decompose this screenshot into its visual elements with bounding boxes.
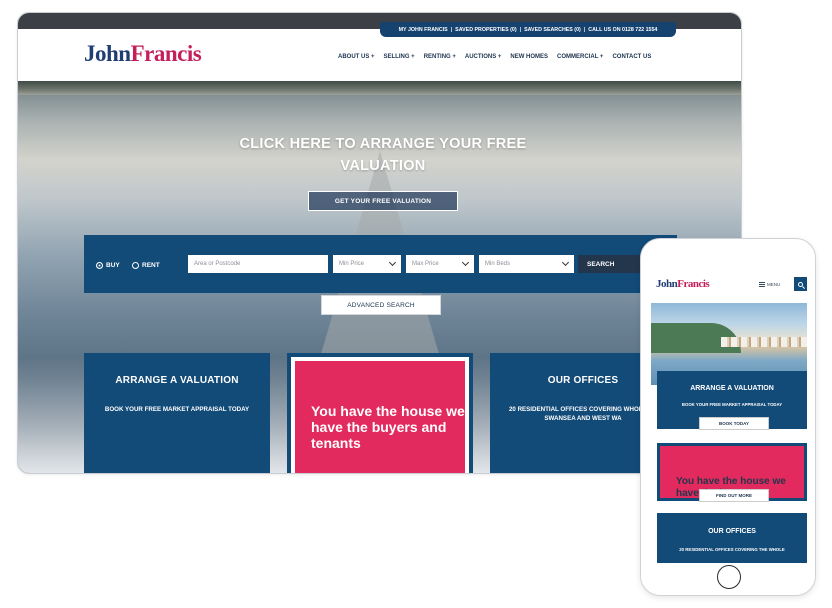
mobile-offices-title: OUR OFFICES (708, 528, 756, 535)
mobile-offices-subtitle: 20 RESIDENTIAL OFFICES COVERING THE WHOL… (679, 547, 785, 552)
hamburger-icon (759, 284, 765, 285)
nav-contact-us[interactable]: CONTACT US (612, 54, 651, 60)
util-my-account-link[interactable]: MY JOHN FRANCIS (399, 27, 448, 33)
promo-card[interactable]: You have the house we have the buyers an… (287, 353, 473, 473)
min-price-label: Min Price (339, 261, 365, 267)
advanced-search-button[interactable]: ADVANCED SEARCH (321, 295, 441, 315)
hero-image: CLICK HERE TO ARRANGE YOUR FREE VALUATIO… (18, 81, 741, 474)
util-separator: | (583, 26, 586, 33)
free-valuation-button[interactable]: GET YOUR FREE VALUATION (308, 191, 458, 211)
home-button[interactable] (717, 565, 741, 589)
logo-francis: Francis (677, 278, 710, 290)
radio-empty-icon (132, 262, 139, 269)
valuation-card-subtitle: BOOK YOUR FREE MARKET APPRAISAL TODAY (104, 406, 250, 413)
min-beds-select[interactable]: Min Beds (479, 255, 574, 273)
valuation-card-title: ARRANGE A VALUATION (115, 375, 239, 386)
mobile-logo[interactable]: JohnFrancis (656, 278, 710, 290)
valuation-card[interactable]: ARRANGE A VALUATION BOOK YOUR FREE MARKE… (84, 353, 270, 474)
nav-renting[interactable]: RENTING + (424, 54, 456, 60)
mobile-offices-card[interactable]: OUR OFFICES 20 RESIDENTIAL OFFICES COVER… (657, 513, 807, 563)
max-price-label: Max Price (412, 261, 439, 267)
phone-screen: JohnFrancis MENU ARRANGE A VALUATION BOO… (651, 273, 807, 563)
buy-radio[interactable]: BUY (96, 262, 120, 269)
chevron-down-icon (461, 258, 470, 267)
utility-bar: MY JOHN FRANCIS | SAVED PROPERTIES (0) |… (380, 22, 676, 37)
site-logo[interactable]: JohnFrancis (84, 41, 202, 67)
max-price-select[interactable]: Max Price (406, 255, 474, 273)
nav-about-us[interactable]: ABOUT US + (338, 54, 375, 60)
util-separator: | (450, 26, 453, 33)
valuation-card-button[interactable] (129, 473, 225, 474)
min-price-select[interactable]: Min Price (333, 255, 401, 273)
desktop-screen: JohnFrancis MY JOHN FRANCIS | SAVED PROP… (17, 12, 742, 474)
mobile-menu-button[interactable]: MENU (759, 282, 780, 287)
nav-commercial[interactable]: COMMERCIAL + (557, 54, 603, 60)
mobile-valuation-title: ARRANGE A VALUATION (690, 385, 774, 392)
util-saved-searches-link[interactable]: SAVED SEARCHES (0) (524, 27, 581, 33)
chevron-down-icon (561, 258, 570, 267)
nav-new-homes[interactable]: NEW HOMES (510, 54, 548, 60)
buy-label: BUY (106, 262, 120, 269)
min-beds-label: Min Beds (485, 261, 511, 267)
util-separator: | (519, 26, 522, 33)
mockup-stage: JohnFrancis MY JOHN FRANCIS | SAVED PROP… (0, 0, 832, 608)
radio-selected-icon (96, 262, 103, 269)
util-phone[interactable]: CALL US ON 0128 722 1554 (588, 27, 657, 33)
menu-label: MENU (767, 282, 781, 287)
main-nav: ABOUT US + SELLING + RENTING + AUCTIONS … (338, 54, 651, 60)
property-search-bar: BUY RENT Area or Postcode Min Price Max … (84, 235, 677, 293)
area-postcode-input[interactable]: Area or Postcode (188, 255, 328, 273)
hero-hills (18, 81, 741, 95)
book-today-button[interactable]: BOOK TODAY (699, 417, 769, 430)
hero-title[interactable]: CLICK HERE TO ARRANGE YOUR FREE VALUATIO… (198, 133, 568, 177)
logo-john: John (656, 278, 678, 290)
nav-auctions[interactable]: AUCTIONS + (465, 54, 502, 60)
find-out-more-button[interactable]: FIND OUT MORE (699, 489, 769, 502)
util-saved-properties-link[interactable]: SAVED PROPERTIES (0) (455, 27, 516, 33)
phone-device: JohnFrancis MENU ARRANGE A VALUATION BOO… (640, 238, 816, 596)
offices-card-button[interactable] (535, 473, 631, 474)
photo-seafront (721, 337, 807, 347)
promo-text: You have the house we have the buyers an… (311, 403, 465, 451)
mobile-valuation-subtitle: BOOK YOUR FREE MARKET APPRAISAL TODAY (681, 402, 783, 407)
chevron-down-icon (388, 258, 397, 267)
logo-francis: Francis (130, 41, 202, 66)
rent-radio[interactable]: RENT (132, 262, 160, 269)
search-icon (798, 281, 803, 287)
logo-john: John (84, 41, 131, 66)
nav-selling[interactable]: SELLING + (384, 54, 415, 60)
rent-label: RENT (142, 262, 160, 269)
mobile-search-button[interactable] (794, 277, 807, 291)
promo-background: You have the house we have the buyers an… (295, 361, 465, 473)
